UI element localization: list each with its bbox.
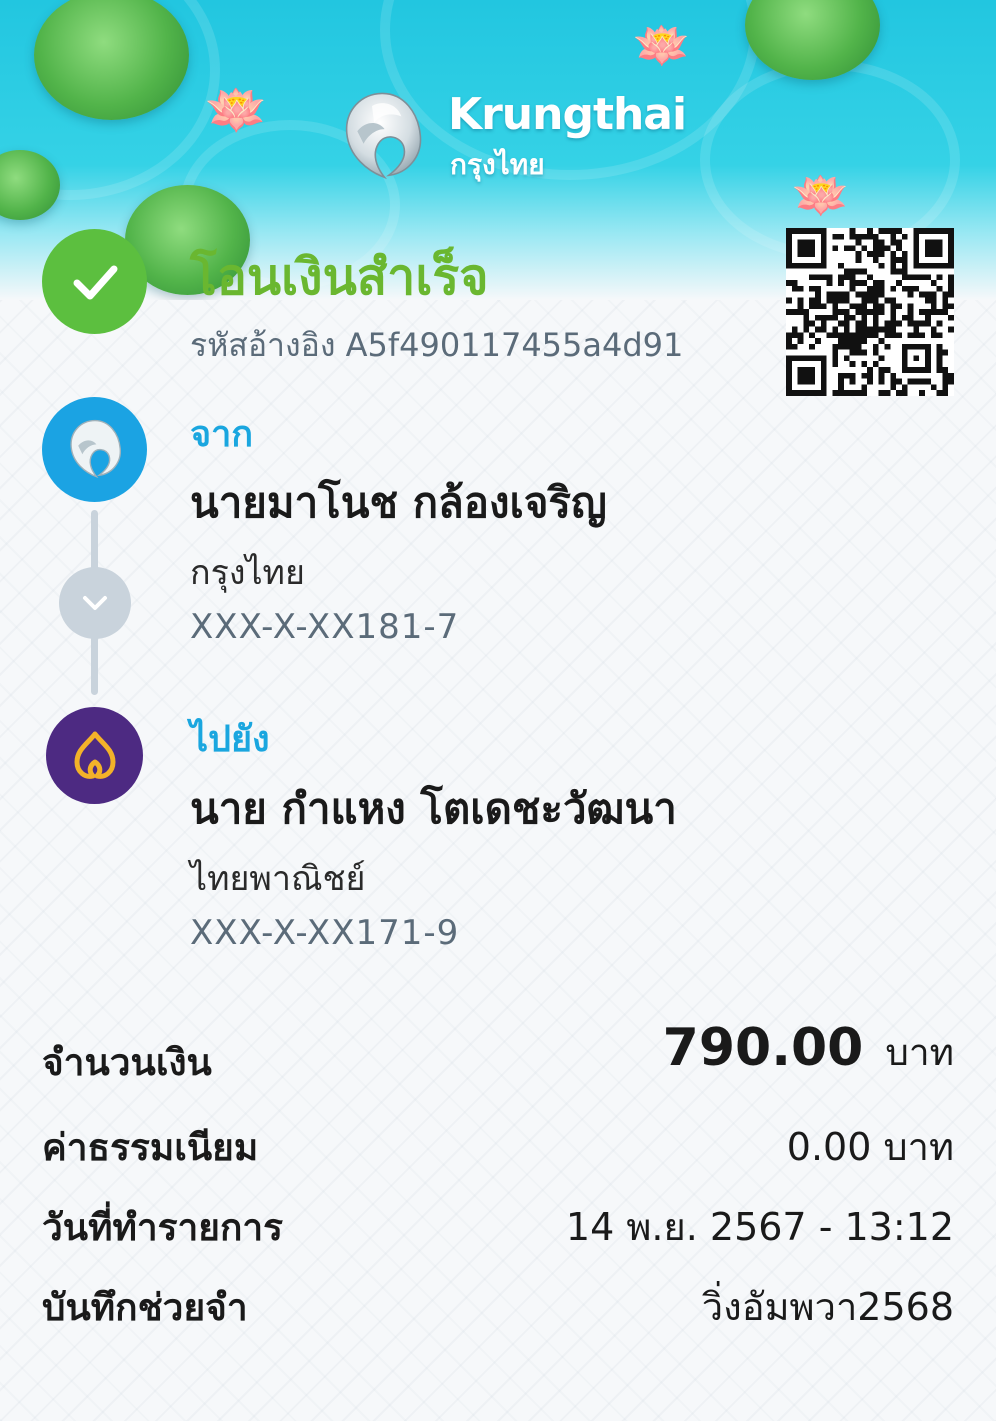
fee-label: ค่าธรรมเนียม — [42, 1126, 259, 1169]
to-bank-avatar — [46, 707, 143, 804]
sender-name: นายมาโนช กล้องเจริญ — [190, 478, 607, 527]
from-label: จาก — [190, 414, 254, 455]
fee-value: 0.00 บาท — [786, 1125, 954, 1169]
lotus-icon: 🪷 — [205, 81, 268, 139]
date-label: วันที่ทำรายการ — [42, 1206, 284, 1249]
amount-value: 790.00 — [662, 1018, 864, 1078]
check-icon — [73, 265, 117, 299]
reference-line: รหัสอ้างอิง A5f490117455a4d91 — [190, 320, 683, 371]
lotus-icon: 🪷 — [633, 18, 691, 72]
krungthai-bird-icon — [69, 419, 121, 478]
brand-logo: Krungthai กรุงไทย — [330, 85, 690, 195]
lotus-icon: 🪷 — [792, 168, 850, 222]
memo-value: วิ่งอัมพวา2568 — [701, 1285, 954, 1329]
reference-code[interactable]: A5f490117455a4d91 — [346, 326, 684, 364]
transfer-direction — [59, 567, 131, 639]
sender-account: XXX-X-XX181-7 — [190, 607, 460, 647]
amount-row-value: 790.00 บาท — [663, 1018, 954, 1082]
date-value: 14 พ.ย. 2567 - 13:12 — [565, 1205, 954, 1249]
sender-bank: กรุงไทย — [190, 553, 305, 593]
recipient-name: นาย กำแหง โตเดชะวัฒนา — [190, 784, 677, 833]
success-check-icon — [42, 229, 147, 334]
krungthai-bird-icon — [345, 92, 422, 180]
verification-qr-code[interactable] — [786, 228, 954, 396]
status-title: โอนเงินสำเร็จ — [190, 248, 489, 306]
memo-label: บันทึกช่วยจำ — [42, 1286, 248, 1329]
reference-label: รหัสอ้างอิง — [190, 326, 336, 364]
scb-logo-icon — [74, 731, 115, 779]
to-label: ไปยัง — [190, 719, 270, 760]
brand-name-en: Krungthai — [448, 89, 687, 140]
recipient-account: XXX-X-XX171-9 — [190, 913, 460, 953]
amount-unit: บาท — [885, 1031, 954, 1074]
brand-name-th: กรุงไทย — [450, 148, 545, 181]
recipient-bank: ไทยพาณิชย์ — [190, 859, 366, 899]
from-bank-avatar — [42, 397, 147, 502]
chevron-down-icon — [83, 596, 107, 610]
amount-label: จำนวนเงิน — [42, 1041, 212, 1084]
